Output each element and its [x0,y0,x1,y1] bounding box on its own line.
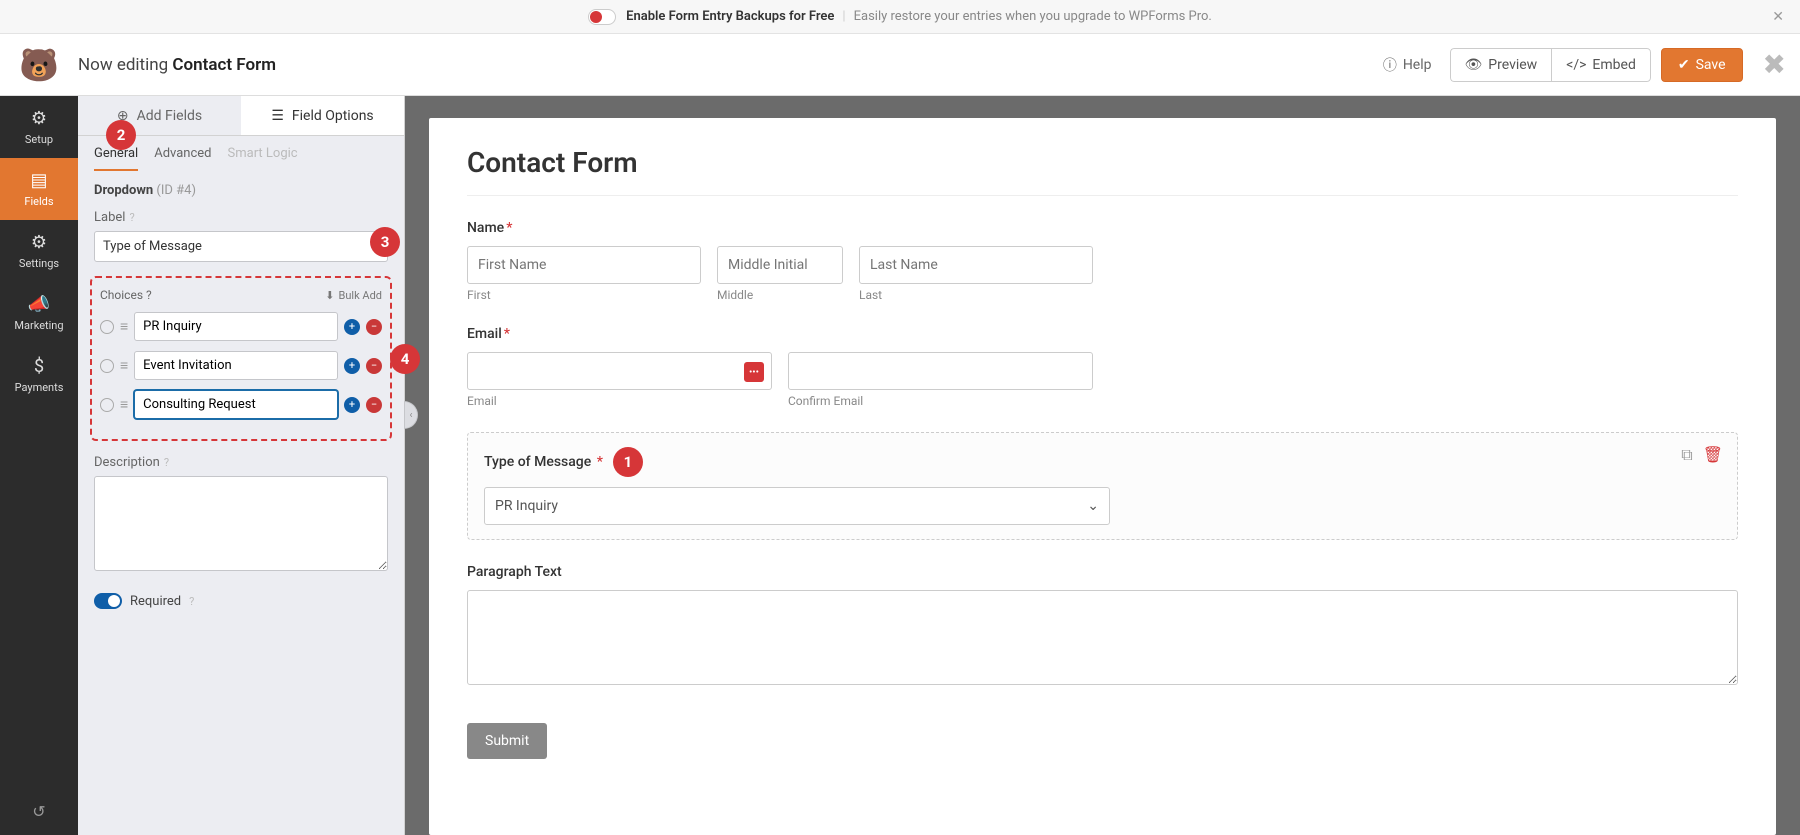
help-icon[interactable]: ? [146,288,152,302]
required-toggle[interactable] [94,593,122,609]
delete-icon[interactable]: 🗑 [1703,445,1723,465]
rail-marketing[interactable]: 📣Marketing [0,282,78,344]
dollar-icon: $ [34,356,44,377]
label-caption: Label? [94,210,388,225]
paragraph-label: Paragraph Text [467,564,1738,580]
help-icon[interactable]: ? [129,211,134,224]
sliders-icon: ⚙ [31,232,47,253]
list-icon: ▤ [30,170,47,191]
rail-payments[interactable]: $Payments [0,344,78,406]
banner-toggle[interactable] [588,9,616,25]
email-sublabel: Email [467,394,772,408]
banner-close-icon[interactable]: ✕ [1772,9,1784,25]
help-icon: ⓘ [1383,55,1397,75]
paragraph-textarea[interactable] [467,590,1738,685]
rail-fields[interactable]: ▤Fields [0,158,78,220]
annotation-2: 2 [106,120,136,150]
add-choice-icon[interactable]: + [344,319,360,335]
chevron-down-icon: ⌄ [1087,498,1099,514]
label-input[interactable] [94,231,388,262]
last-sublabel: Last [859,288,1093,302]
page-title: Now editing Contact Form [78,55,276,75]
description-textarea[interactable] [94,476,388,571]
bulk-add-link[interactable]: ⬇Bulk Add [325,289,382,302]
embed-button[interactable]: </> Embed [1551,48,1651,82]
header-bar: 🐻 Now editing Contact Form ⓘ Help 👁 Prev… [0,34,1800,96]
choices-section: Choices ? ⬇Bulk Add ≡ + − ≡ + − [90,276,392,441]
choice-row: ≡ + − [100,390,382,419]
check-icon: ✔ [1678,57,1690,73]
download-icon: ⬇ [325,289,334,302]
choice-radio[interactable] [100,359,114,373]
undo-icon[interactable]: ↺ [0,788,78,835]
options-icon: ☰ [271,108,284,124]
wpforms-logo: 🐻 [0,34,78,96]
middle-sublabel: Middle [717,288,843,302]
save-button[interactable]: ✔ Save [1661,48,1743,82]
confirm-email-input[interactable] [788,352,1093,390]
code-icon: </> [1566,57,1586,73]
choice-row: ≡ + − [100,312,382,341]
remove-choice-icon[interactable]: − [366,358,382,374]
form-title: Contact Form [467,146,1738,196]
choice-radio[interactable] [100,320,114,334]
banner-light: Easily restore your entries when you upg… [854,9,1212,24]
confirm-email-sublabel: Confirm Email [788,394,1093,408]
annotation-3: 3 [370,227,400,257]
remove-choice-icon[interactable]: − [366,397,382,413]
field-panel: ⊕Add Fields ☰Field Options General Advan… [78,96,405,835]
submit-button[interactable]: Submit [467,723,547,759]
gear-icon: ⚙ [31,108,47,129]
required-label: Required [130,594,181,609]
subtab-general[interactable]: General [94,146,138,171]
dropdown-field-block[interactable]: ⧉ 🗑 Type of Message * 1 PR Inquiry ⌄ [467,432,1738,540]
drag-handle-icon[interactable]: ≡ [120,359,128,373]
choice-radio[interactable] [100,398,114,412]
subtab-advanced[interactable]: Advanced [154,146,211,171]
tab-add-fields[interactable]: ⊕Add Fields [78,96,241,136]
first-sublabel: First [467,288,701,302]
choice-input[interactable] [134,390,338,419]
last-name-input[interactable] [859,246,1093,284]
annotation-4: 4 [390,344,420,374]
choice-input[interactable] [134,312,338,341]
form-canvas: Contact Form Name* First Middle Last [405,96,1800,835]
remove-choice-icon[interactable]: − [366,319,382,335]
close-builder-icon[interactable]: ✖ [1763,48,1786,81]
first-name-input[interactable] [467,246,701,284]
password-manager-icon[interactable]: ••• [744,362,764,382]
banner-bold: Enable Form Entry Backups for Free [626,9,834,24]
dropdown-select[interactable]: PR Inquiry ⌄ [484,487,1110,525]
help-link[interactable]: ⓘ Help [1383,55,1432,75]
name-field-label: Name* [467,220,1738,236]
description-caption: Description? [94,455,388,470]
preview-button[interactable]: 👁 Preview [1450,48,1552,82]
field-type-heading: Dropdown (ID #4) [94,183,388,198]
duplicate-icon[interactable]: ⧉ [1681,445,1692,465]
drag-handle-icon[interactable]: ≡ [120,398,128,412]
megaphone-icon: 📣 [28,294,50,315]
help-icon[interactable]: ? [189,595,194,608]
email-input[interactable] [467,352,772,390]
choice-input[interactable] [134,351,338,380]
subtab-smart-logic[interactable]: Smart Logic [228,146,298,171]
tab-field-options[interactable]: ☰Field Options [241,96,404,136]
add-choice-icon[interactable]: + [344,358,360,374]
promo-banner: Enable Form Entry Backups for Free | Eas… [0,0,1800,34]
eye-icon: 👁 [1465,57,1483,73]
rail-setup[interactable]: ⚙Setup [0,96,78,158]
left-rail: ⚙Setup ▤Fields ⚙Settings 📣Marketing $Pay… [0,96,78,835]
drag-handle-icon[interactable]: ≡ [120,320,128,334]
choices-label: Choices ? [100,288,152,302]
middle-initial-input[interactable] [717,246,843,284]
choice-row: ≡ + − [100,351,382,380]
email-field-label: Email* [467,326,1738,342]
annotation-1: 1 [613,447,643,477]
rail-settings[interactable]: ⚙Settings [0,220,78,282]
add-choice-icon[interactable]: + [344,397,360,413]
dropdown-label: Type of Message * [484,454,603,470]
help-icon[interactable]: ? [164,456,169,469]
